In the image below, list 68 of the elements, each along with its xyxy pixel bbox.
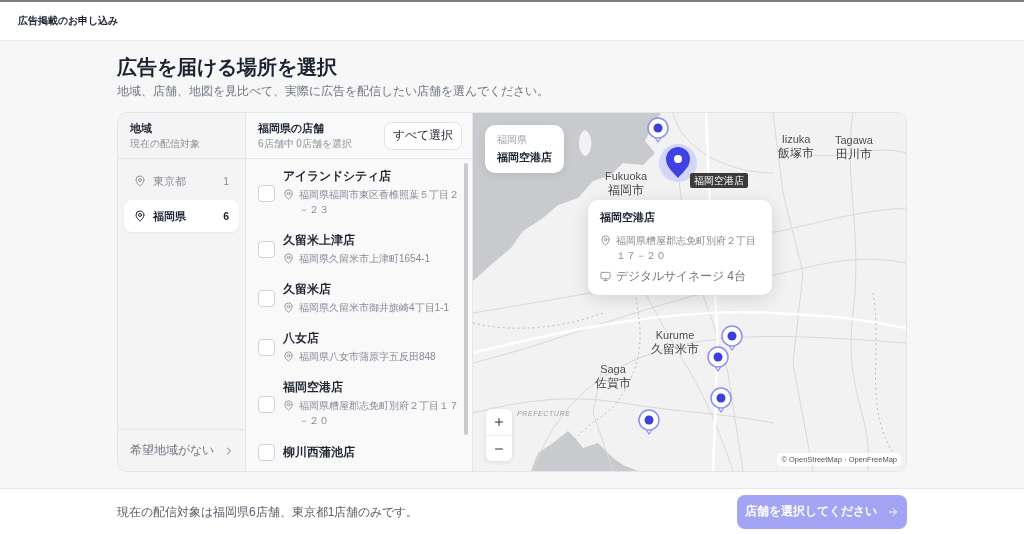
region-item[interactable]: 福岡県 6	[124, 200, 239, 232]
store-address: 福岡県糟屋郡志免町別府２丁目１７－２０	[299, 399, 460, 428]
page-subtitle: 地域、店舗、地図を見比べて、実際に広告を配信したい店舗を選んでください。	[117, 83, 550, 99]
zoom-out-button[interactable]	[486, 435, 512, 461]
map-city-label: Fukuoka	[605, 170, 648, 183]
map-city-label: 久留米市	[651, 342, 699, 357]
store-name: アイランドシティ店	[283, 169, 392, 184]
checkbox[interactable]	[258, 395, 275, 413]
store-name: 福岡空港店	[497, 150, 552, 165]
arrow-right-icon	[887, 505, 899, 518]
store-name: 福岡空港店	[283, 380, 344, 395]
map-marker-icon[interactable]	[638, 409, 660, 435]
map-city-label: 福岡市	[608, 183, 645, 198]
store-address: 福岡県糟屋郡志免町別府２丁目１７－２０	[616, 234, 757, 263]
map-city-label: Kurume	[655, 329, 695, 342]
store-caption: 6店舗中 0店舗を選択	[258, 136, 352, 151]
zoom-in-button[interactable]	[486, 409, 512, 435]
map-city-label: Saga	[600, 363, 626, 376]
page-title: 広告を届ける場所を選択	[117, 55, 338, 79]
map-marker-icon[interactable]	[710, 387, 732, 413]
no-region-link[interactable]: 希望地域がない	[118, 429, 245, 471]
map-city-label: Iizuka	[781, 133, 811, 146]
store-address: 福岡県八女市蒲原字五反田848	[299, 350, 436, 364]
monitor-icon	[600, 271, 611, 282]
map-city-label: 飯塚市	[778, 146, 814, 161]
checkbox[interactable]	[258, 290, 275, 307]
store-name: 久留米上津店	[283, 233, 356, 248]
store-address: 福岡県久留米市上津町1654-1	[299, 252, 431, 266]
marker-tooltip: 福岡空港店	[690, 173, 748, 188]
store-count: 1	[223, 174, 229, 188]
select-all-button[interactable]: すべて選択	[384, 121, 462, 150]
region-name: 福岡県	[153, 209, 187, 223]
region-heading: 地域	[130, 120, 153, 135]
region-caption: 現在の配信対象	[130, 136, 200, 151]
map-city-label: 佐賀市	[595, 376, 631, 391]
map-city-label: Tagawa	[835, 134, 873, 147]
map-city-label: 田川市	[835, 147, 872, 162]
checkbox[interactable]	[258, 184, 275, 202]
map-pin-icon	[134, 210, 146, 222]
signage-count: デジタルサイネージ 4台	[616, 268, 746, 284]
map-marker-icon[interactable]	[647, 117, 669, 143]
store-name: 久留米店	[283, 282, 332, 297]
map-pin-icon	[283, 253, 294, 264]
checkbox[interactable]	[258, 241, 275, 258]
app-title: 広告掲載のお申し込み	[18, 14, 118, 28]
checkbox[interactable]	[258, 444, 275, 461]
store-heading: 福岡県の店舗	[258, 120, 325, 135]
popup-title: 福岡空港店	[600, 210, 656, 225]
region-item[interactable]: 東京都 1	[124, 165, 239, 197]
store-count: 6	[223, 209, 229, 223]
scrollbar-thumb[interactable]	[464, 163, 468, 435]
footer-note: 現在の配信対象は福岡県6店舗、東京都1店舗のみです。	[117, 503, 419, 520]
map-marker-icon[interactable]	[721, 325, 743, 351]
store-name: 八女店	[283, 331, 320, 346]
store-address: 福岡県久留米市御井旗崎4丁目1-1	[299, 301, 449, 315]
store-address: 福岡県福岡市東区香椎照葉５丁目２－２３	[299, 188, 460, 217]
checkbox[interactable]	[258, 339, 275, 356]
map-pin-icon	[283, 351, 294, 362]
map-pin-icon	[600, 235, 611, 246]
region-name: 東京都	[153, 174, 187, 188]
plus-icon	[493, 416, 505, 428]
map-pin-icon	[283, 400, 294, 411]
map-pin-icon	[134, 175, 146, 187]
map-pin-icon	[283, 189, 294, 200]
region-label: 福岡県	[497, 133, 528, 146]
map-pin-icon	[283, 302, 294, 313]
store-name: 柳川西蒲池店	[283, 445, 356, 460]
map-marker-icon[interactable]	[707, 346, 729, 372]
